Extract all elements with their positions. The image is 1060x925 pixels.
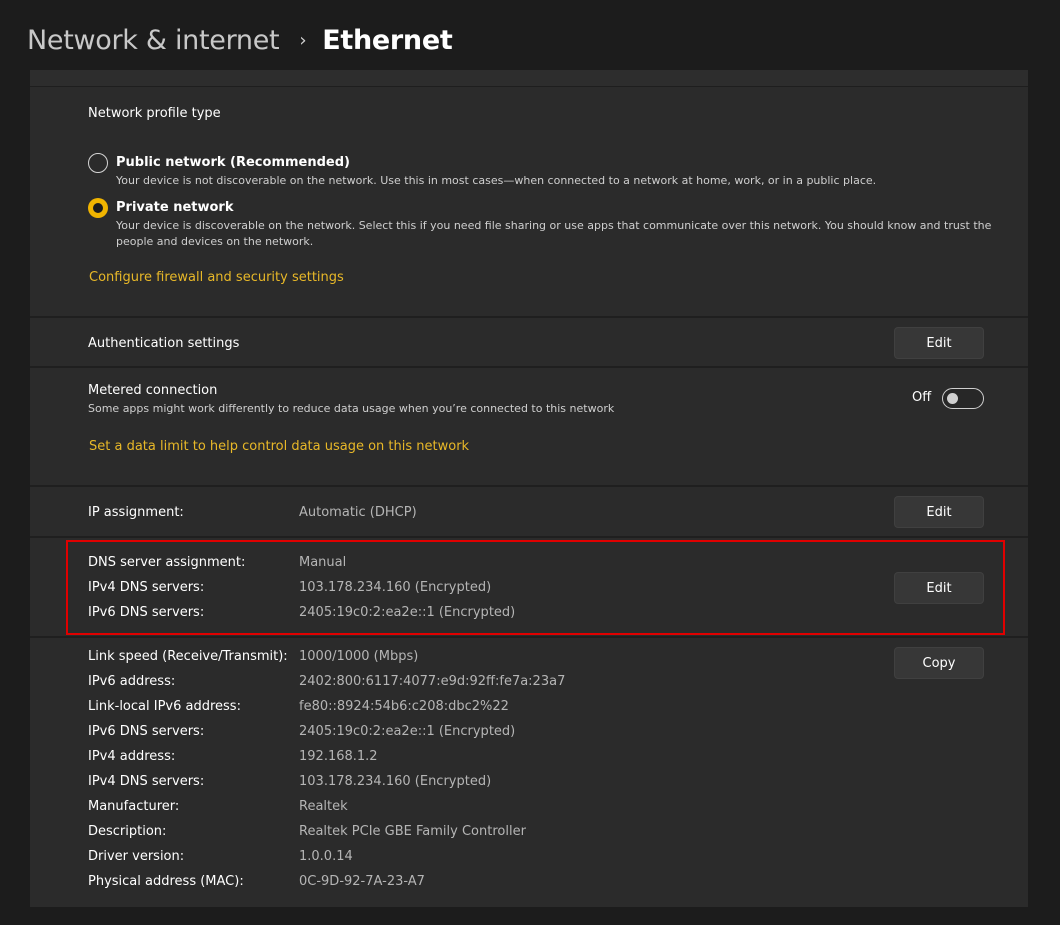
network-profile-title: Network profile type (88, 106, 221, 121)
property-value: 0C-9D-92-7A-23-A7 (299, 874, 425, 889)
property-value: Realtek PCIe GBE Family Controller (299, 824, 526, 839)
property-value: 192.168.1.2 (299, 749, 378, 764)
metered-connection-description: Some apps might work differently to redu… (88, 402, 615, 415)
set-data-limit-link[interactable]: Set a data limit to help control data us… (89, 439, 469, 454)
dns-highlight-annotation (66, 540, 1005, 635)
breadcrumb-parent-link[interactable]: Network & internet (27, 25, 280, 56)
ethernet-settings-panel: Network profile type Public network (Rec… (30, 70, 1028, 907)
public-network-description: Your device is not discoverable on the n… (116, 174, 877, 187)
metered-connection-toggle[interactable] (942, 388, 984, 409)
property-value: 2402:800:6117:4077:e9d:92ff:fe7a:23a7 (299, 674, 566, 689)
property-label: IPv6 address: (88, 674, 176, 689)
radio-public-network[interactable] (88, 153, 108, 173)
property-value: 1000/1000 (Mbps) (299, 649, 419, 664)
property-label: Manufacturer: (88, 799, 180, 814)
divider (30, 316, 1028, 318)
authentication-settings-label: Authentication settings (88, 336, 240, 351)
property-label: Description: (88, 824, 167, 839)
configure-firewall-link[interactable]: Configure firewall and security settings (89, 270, 344, 285)
property-label: Physical address (MAC): (88, 874, 244, 889)
page-title: Ethernet (322, 24, 453, 56)
authentication-edit-button[interactable]: Edit (894, 327, 984, 359)
metered-toggle-state: Off (912, 390, 932, 405)
property-value: fe80::8924:54b6:c208:dbc2%22 (299, 699, 509, 714)
divider (30, 485, 1028, 487)
copy-properties-button[interactable]: Copy (894, 647, 984, 679)
property-label: Link-local IPv6 address: (88, 699, 241, 714)
divider (30, 366, 1028, 368)
property-value: 103.178.234.160 (Encrypted) (299, 774, 492, 789)
property-value: 1.0.0.14 (299, 849, 353, 864)
ip-assignment-label: IP assignment: (88, 505, 184, 520)
divider (30, 536, 1028, 538)
property-value: Realtek (299, 799, 348, 814)
property-label: Driver version: (88, 849, 185, 864)
breadcrumb: Network & internet › Ethernet (27, 20, 453, 60)
collapsed-section-strip (30, 70, 1028, 87)
private-network-description: Your device is discoverable on the netwo… (116, 219, 992, 232)
divider (30, 636, 1028, 638)
property-label: IPv4 DNS servers: (88, 774, 205, 789)
chevron-right-icon: › (299, 29, 307, 51)
radio-private-network[interactable] (88, 198, 108, 218)
private-network-label[interactable]: Private network (116, 200, 233, 215)
ip-assignment-value: Automatic (DHCP) (299, 505, 417, 520)
ip-assignment-edit-button[interactable]: Edit (894, 496, 984, 528)
property-label: IPv6 DNS servers: (88, 724, 205, 739)
public-network-label[interactable]: Public network (Recommended) (116, 155, 350, 170)
property-value: 2405:19c0:2:ea2e::1 (Encrypted) (299, 724, 516, 739)
toggle-knob (947, 392, 958, 404)
property-label: Link speed (Receive/Transmit): (88, 649, 288, 664)
private-network-description-cont: people and devices on the network. (116, 235, 314, 248)
metered-connection-title: Metered connection (88, 383, 218, 398)
property-label: IPv4 address: (88, 749, 176, 764)
